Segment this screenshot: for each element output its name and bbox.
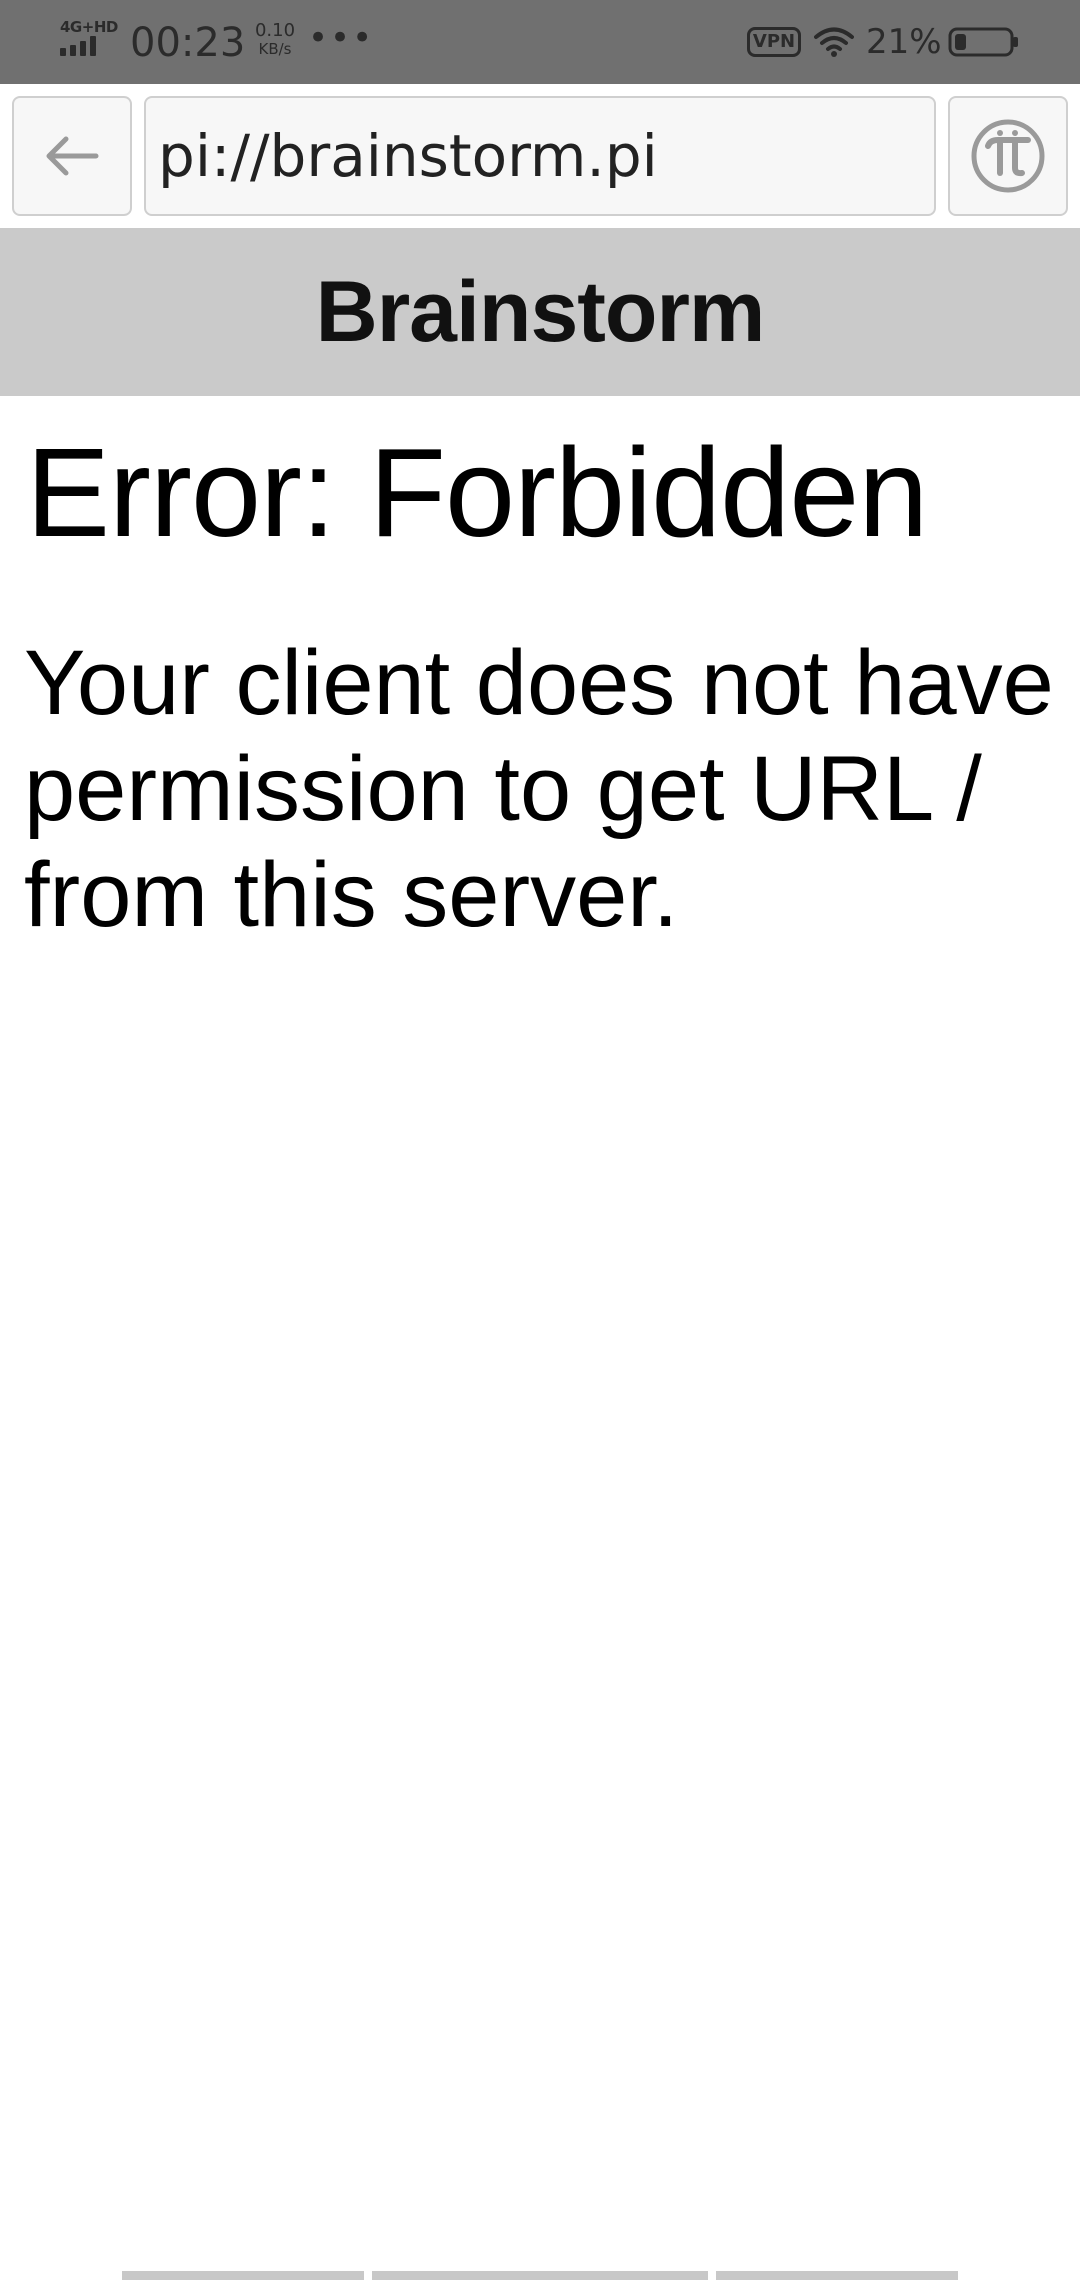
status-time: 00:23 — [130, 20, 246, 66]
back-button[interactable] — [12, 96, 132, 216]
pi-logo-icon — [971, 119, 1045, 193]
bottom-nav-hints — [0, 2268, 1080, 2280]
network-speed-value: 0.10 — [254, 20, 296, 41]
network-type-label: 4G+HD — [60, 18, 118, 36]
site-title: Brainstorm — [315, 263, 766, 360]
nav-hint-right[interactable] — [716, 2271, 958, 2280]
cellular-signal-icon: 4G+HD — [58, 18, 118, 60]
network-speed-unit: KB/s — [258, 40, 292, 58]
pi-browser-button[interactable] — [948, 96, 1068, 216]
battery-percent: 21% — [866, 22, 942, 62]
battery-fill — [955, 34, 966, 50]
wifi-icon — [814, 27, 854, 57]
error-message: Your client does not have permission to … — [24, 632, 1054, 946]
more-notifications-icon: ••• — [308, 18, 375, 58]
battery-icon — [948, 27, 1018, 57]
arrow-left-icon — [46, 136, 99, 176]
nav-hint-center[interactable] — [372, 2271, 708, 2280]
vpn-icon: VPN — [747, 27, 801, 57]
network-speed: 0.10 KB/s — [250, 20, 300, 59]
screen: 4G+HD 00:23 0.10 KB/s ••• VPN 21% pi://b… — [0, 0, 1080, 2280]
status-bar: 4G+HD 00:23 0.10 KB/s ••• VPN 21% — [0, 0, 1080, 84]
browser-toolbar: pi://brainstorm.pi — [0, 84, 1080, 228]
site-header: Brainstorm — [0, 228, 1080, 396]
nav-hint-left[interactable] — [122, 2271, 364, 2280]
url-input[interactable]: pi://brainstorm.pi — [144, 96, 936, 216]
error-heading: Error: Forbidden — [26, 422, 928, 563]
